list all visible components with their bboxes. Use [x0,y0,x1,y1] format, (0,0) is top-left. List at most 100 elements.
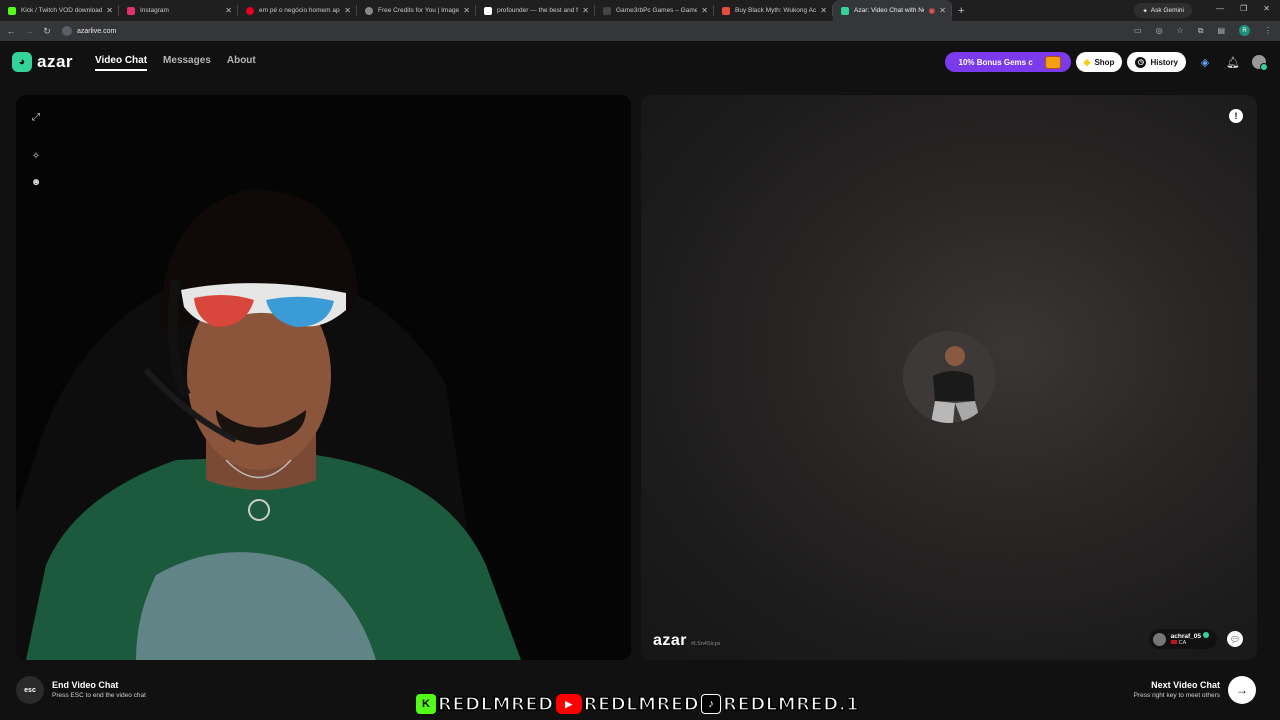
next-chat-button[interactable]: → [1228,676,1256,704]
youtube-icon: ▶ [555,694,582,714]
browser-tab-profounder[interactable]: profounder — the best and fre ✕ [476,0,595,21]
close-icon[interactable]: ✕ [463,6,470,15]
url-text: azarlive.com [77,27,117,35]
tiktok-handle: REDLMRED.1 [722,693,860,716]
peer-country: CA [1178,640,1187,647]
browser-tab-instagram[interactable]: Instagram ✕ [119,0,238,21]
treasure-chest-icon [1044,55,1061,69]
close-window-icon[interactable]: ✕ [1263,4,1270,13]
bookmark-star-icon[interactable]: ☆ [1177,26,1184,35]
kebab-menu-icon[interactable]: ⋮ [1264,26,1272,35]
profounder-favicon-icon [484,6,492,15]
cast-icon[interactable]: ▭ [1134,26,1142,35]
magic-wand-icon[interactable]: ✧ [29,149,43,163]
bonus-label: 10% Bonus Gems c [958,57,1033,67]
close-icon[interactable]: ✕ [106,6,113,15]
history-button[interactable]: ◷ History [1127,52,1186,72]
kick-icon: K [416,694,436,714]
browser-tab-pinterest[interactable]: em pé o negócio homem apoc ✕ [238,0,357,21]
arrow-right-icon: → [1236,683,1248,697]
game3rb-favicon-icon [603,6,611,15]
close-icon[interactable]: ✕ [820,6,827,15]
expand-icon[interactable]: ⤢ [29,110,43,124]
tab-title: Free Credits for You | Image t [378,7,460,14]
close-icon[interactable]: ✕ [225,6,232,15]
shop-favicon-icon [722,6,730,15]
peer-photo-image [903,331,995,423]
next-chat-title: Next Video Chat [1151,680,1220,690]
profile-avatar[interactable]: R [1239,25,1250,36]
sidepanel-icon[interactable]: ▤ [1217,26,1225,35]
remote-video-panel: ! azar #LSn4Slcps achraf_05 CA 💬︎ [641,95,1257,660]
close-icon[interactable]: ✕ [939,6,946,15]
new-tab-button[interactable]: + [958,5,964,17]
flag-icon [1170,640,1177,645]
verified-icon [1203,631,1209,638]
azar-logo[interactable]: ◕ azar [12,52,73,72]
reload-icon[interactable]: ↻ [40,26,54,37]
ask-gemini-label: Ask Gemini [1150,7,1184,14]
history-icon: ◷ [1135,56,1147,68]
main-nav: Video Chat Messages About [95,55,256,71]
tab-title: profounder — the best and fre [497,7,579,14]
browser-tab-game3rb[interactable]: Game3rbPc Games – Games Or✕ [595,0,714,21]
local-camera-feed [16,95,631,660]
url-field[interactable]: azarlive.com [62,26,116,36]
shop-button[interactable]: ◆ Shop [1075,52,1123,72]
streamer-social-overlay: K REDLMRED ▶ REDLMRED ♪ REDLMRED.1 [416,692,859,716]
nav-video-chat[interactable]: Video Chat [95,55,148,71]
close-icon[interactable]: ✕ [582,6,589,15]
eye-off-icon[interactable]: ◎ [1156,26,1163,35]
browser-tab-free-credits[interactable]: Free Credits for You | Image t ✕ [357,0,476,21]
close-icon[interactable]: ✕ [344,6,351,15]
peer-avatar [1152,632,1166,646]
ask-gemini-button[interactable]: ✦ Ask Gemini [1134,3,1192,18]
report-shield-icon[interactable]: ! [1229,109,1243,123]
pinterest-favicon-icon [246,6,254,15]
tab-title: Instagram [140,7,169,14]
close-icon[interactable]: ✕ [701,6,708,15]
address-bar: ← → ↻ azarlive.com ▭ ◎ ☆ ⧉ ▤ R ⋮ [0,21,1280,41]
end-chat-hint: Press ESC to end the video chat [52,692,146,699]
browser-tab-wukong[interactable]: Buy Black Myth: Wukong Accou✕ [714,0,833,21]
face-filter-icon[interactable]: ☻ [29,175,43,189]
back-icon[interactable]: ← [4,26,18,36]
tiktok-icon: ♪ [701,694,722,714]
browser-tab-azar[interactable]: Azar: Video Chat with New ◉ ✕ [833,0,952,21]
address-bar-actions: ▭ ◎ ☆ ⧉ ▤ R ⋮ [1134,25,1272,36]
site-info-icon[interactable] [62,26,72,36]
minimize-icon[interactable]: — [1216,4,1224,13]
azar-favicon-icon [841,6,849,15]
instagram-favicon-icon [127,6,135,15]
azar-logo-icon: ◕ [12,52,32,72]
nav-messages[interactable]: Messages [163,55,211,71]
browser-tab-kick[interactable]: Kick / Twitch VOD downloader ✕ [0,0,119,21]
sparkle-icon: ✦ [1142,7,1148,15]
gem-balance-icon[interactable]: ◈ [1196,53,1214,71]
peer-details: achraf_05 CA [1170,631,1209,647]
globe-favicon-icon [365,6,373,15]
tab-title: Azar: Video Chat with New [854,7,925,14]
bell-icon[interactable]: 🔔︎ [1224,53,1242,71]
recording-icon: ◉ [928,6,936,15]
shop-label: Shop [1094,57,1115,67]
bonus-gems-banner[interactable]: 10% Bonus Gems c [944,52,1071,72]
app-header: ◕ azar Video Chat Messages About 10% Bon… [0,41,1280,83]
nav-about[interactable]: About [227,55,256,71]
my-profile-avatar[interactable] [1252,55,1268,71]
forward-icon[interactable]: → [22,26,36,36]
peer-profile-photo [903,331,995,423]
kick-handle: REDLMRED [437,693,554,716]
browser-tab-bar: Kick / Twitch VOD downloader ✕ Instagram ✕… [0,0,1280,21]
peer-info-chip[interactable]: achraf_05 CA [1148,629,1217,649]
maximize-icon[interactable]: ❐ [1240,4,1247,13]
end-chat-button[interactable]: esc [16,676,44,704]
chat-bubble-icon[interactable]: 💬︎ [1227,631,1243,647]
peer-name: achraf_05 [1170,632,1201,640]
history-label: History [1150,57,1178,67]
extensions-icon[interactable]: ⧉ [1198,26,1204,36]
watermark-logo: azar [653,632,688,649]
next-chat-hint: Press right key to meet others [1133,692,1220,699]
tab-title: em pé o negócio homem apoc [259,7,341,14]
gem-icon: ◆ [1083,56,1091,67]
